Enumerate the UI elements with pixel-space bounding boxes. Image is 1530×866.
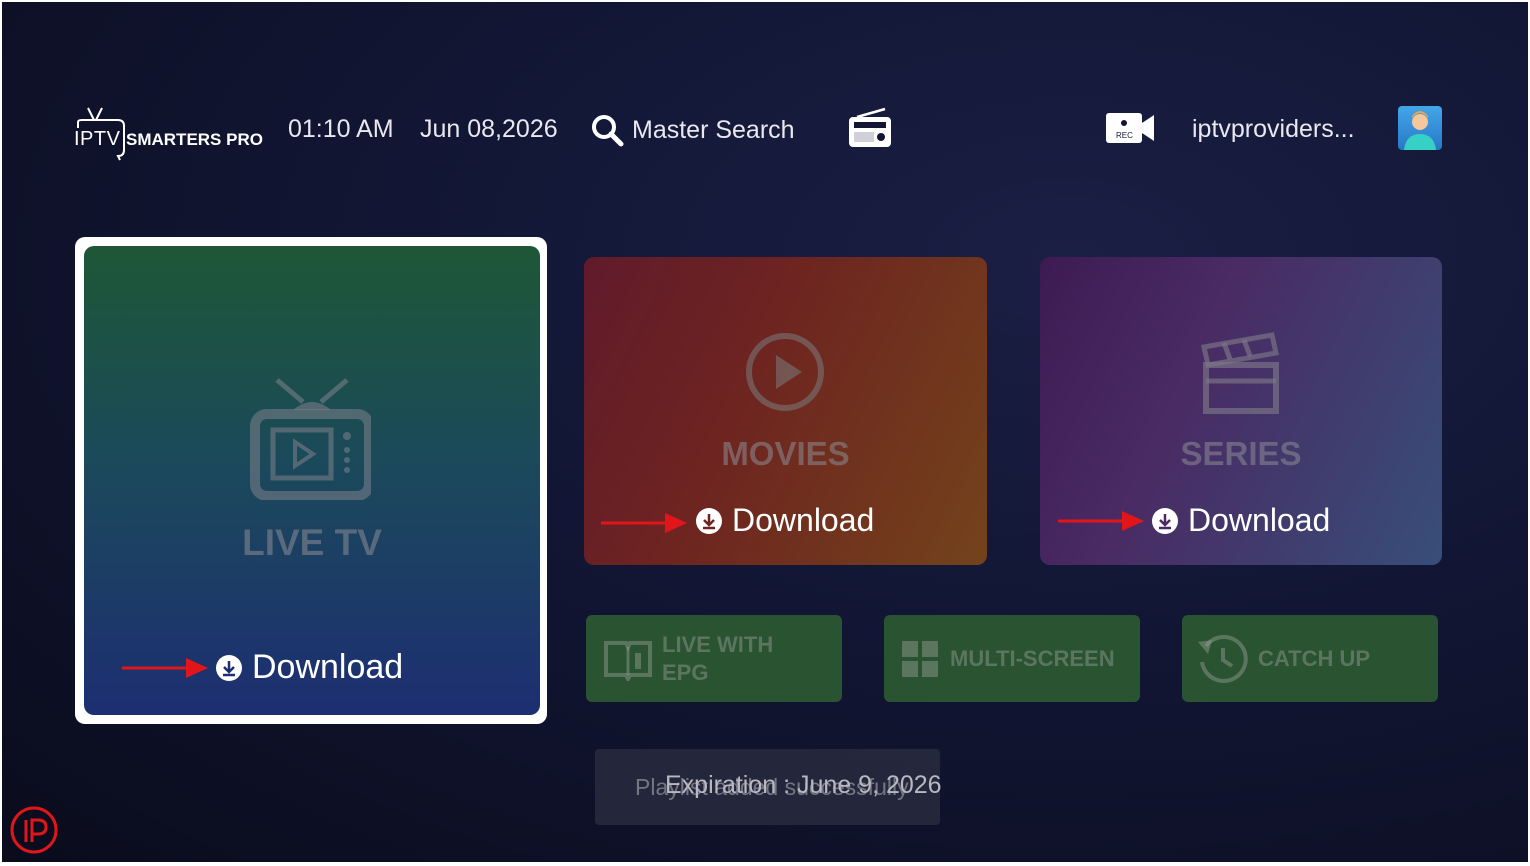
movies-label: MOVIES [721,435,850,472]
movies-download[interactable]: Download [696,502,874,539]
catch-up-label: CATCH UP [1258,645,1371,671]
home-screen: IPTV SMARTERS PRO 01:10 AM Jun 08,2026 M… [2,2,1528,862]
series-label: SERIES [1180,435,1302,472]
play-icon [746,333,824,411]
account-name[interactable]: iptvproviders... [1192,115,1355,144]
search-icon [592,115,624,147]
tv-icon [250,378,371,500]
live-with-epg-line1: LIVE WITH [662,631,774,657]
logo-iptv-text: IPTV [74,128,121,150]
series-download[interactable]: Download [1152,502,1330,539]
arrow-icon [122,658,208,678]
download-icon [696,507,722,534]
multi-screen-tile[interactable]: MULTI-SCREEN [884,615,1140,702]
arrow-icon [1058,511,1144,531]
book-icon [604,640,652,681]
svg-text:REC: REC [1116,131,1133,140]
avatar[interactable] [1398,106,1442,150]
record-icon[interactable]: REC [1104,111,1156,145]
clock-time: 01:10 AM [288,115,394,143]
live-tv-download[interactable]: Download [216,648,403,687]
live-with-epg-tile[interactable]: LIVE WITH EPG [586,615,842,702]
radio-icon[interactable] [847,107,893,149]
download-icon [216,654,242,681]
app-logo: IPTV SMARTERS PRO [74,104,264,164]
live-with-epg-line2: EPG [662,659,709,685]
master-search-label: Master Search [632,115,795,144]
grid-icon [902,640,938,677]
logo-smarters-text: SMARTERS PRO [126,130,263,149]
movies-download-label: Download [732,502,875,538]
live-tv-download-label: Download [252,648,404,686]
live-tv-tile[interactable]: LIVE TV Download [84,246,540,715]
series-tile[interactable]: SERIES Download [1040,257,1442,565]
master-search-button[interactable]: Master Search [590,110,795,150]
clapperboard-icon [1200,332,1280,414]
catch-up-tile[interactable]: CATCH UP [1182,615,1438,702]
live-tv-label: LIVE TV [242,522,382,563]
toast-expiration-text: Expiration : June 9, 2026 [665,771,942,799]
watermark-logo [10,806,58,854]
expiration-toast: Playlist added successfully Expiration :… [595,749,942,825]
avatar-icon [1404,111,1436,150]
movies-tile[interactable]: MOVIES Download [584,257,987,565]
arrow-icon [601,513,687,533]
history-icon [1198,634,1248,683]
series-download-label: Download [1188,502,1331,538]
multi-screen-label: MULTI-SCREEN [950,645,1115,671]
clock-date: Jun 08,2026 [420,115,558,143]
download-icon [1152,507,1178,534]
live-with-epg-label: LIVE WITH EPG [662,631,773,687]
